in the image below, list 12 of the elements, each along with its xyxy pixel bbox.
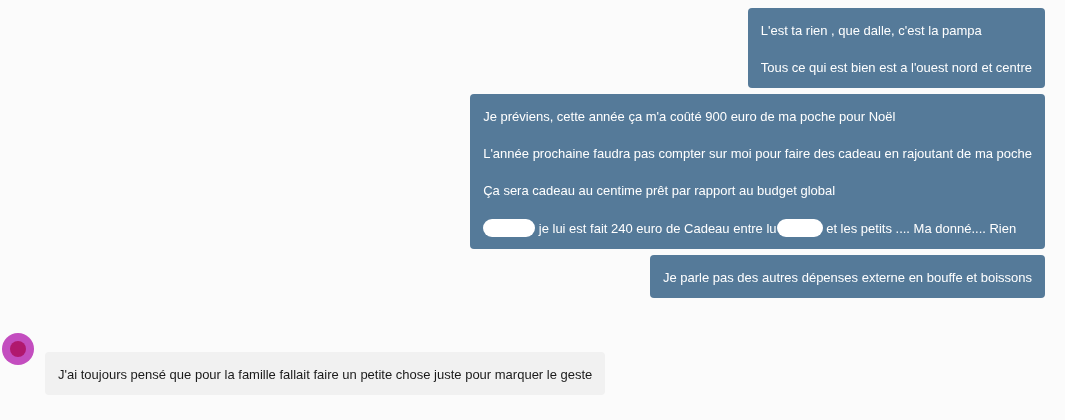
message-text: J'ai toujours pensé que pour la famille fallait faire un petite chose juste pour marquer le geste (58, 366, 593, 383)
message-text: je lui est fait 240 euro de Cadeau entre lu (537, 219, 777, 237)
message-text: L'est ta rien , que dalle, c'est la pampa (760, 22, 983, 39)
message-text: Je parle pas des autres dépenses externe en bouffe et boissons (662, 269, 1032, 286)
avatar-icon (2, 333, 34, 365)
message-text: et les petits .... Ma donné.... Rien (825, 219, 1017, 237)
message-text: Ça sera cadeau au centime prêt par rapport au budget global (483, 182, 837, 199)
redaction-mark (776, 219, 823, 237)
message-text: Je préviens, cette année ça m'a coûté 900 euro de ma poche pour Noël (483, 108, 897, 125)
message-text: Tous ce qui est bien est a l'ouest nord et centre (760, 59, 1032, 76)
message-text: L'année prochaine faudra pas compter sur moi pour faire des cadeau en rajoutant de ma poche (483, 145, 1032, 162)
redaction-mark (483, 219, 536, 237)
